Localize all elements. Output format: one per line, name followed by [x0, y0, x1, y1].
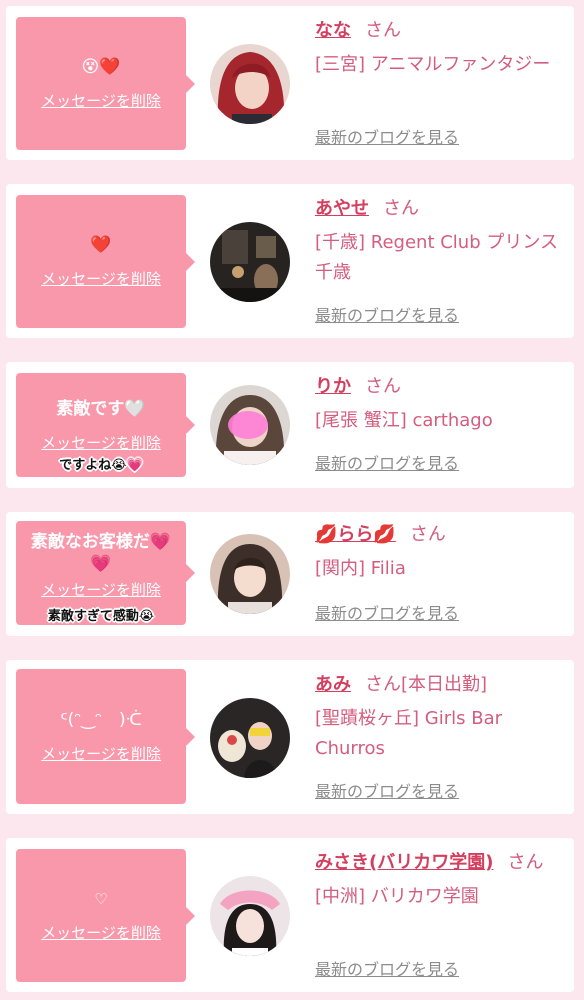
honorific: さん: [365, 376, 401, 397]
name-row: りか さん: [315, 374, 565, 400]
latest-blog-link[interactable]: 最新のブログを見る: [315, 450, 459, 474]
girl-name-link[interactable]: 💋らら💋: [315, 524, 396, 545]
girl-info: あみ さん[本日出勤] [聖蹟桜ヶ丘] Girls Bar Churros: [315, 672, 565, 764]
message-text: ♡: [94, 890, 108, 908]
girl-name-link[interactable]: みさき(バリカワ学園): [315, 852, 493, 873]
delete-message-link[interactable]: メッセージを削除: [41, 922, 161, 943]
girl-name-link[interactable]: りか: [315, 376, 351, 397]
girl-info: あやせ さん [千歳] Regent Club プリンス 千歳: [315, 196, 565, 288]
message-card: ❤️ メッセージを削除 あやせ さん [千歳] Regent Club プリンス …: [6, 184, 574, 338]
message-bubble: 素敵です🤍 メッセージを削除 ですよね😭💗: [16, 373, 195, 477]
message-text: ❤️: [90, 235, 112, 255]
girl-name-link[interactable]: なな: [315, 20, 351, 41]
delete-message-link[interactable]: メッセージを削除: [41, 579, 161, 600]
honorific: さん: [383, 198, 419, 219]
girl-avatar[interactable]: [210, 385, 290, 465]
message-text: ᑦ(ᵔ‿ᵔ )ᑣ: [60, 710, 142, 730]
message-text: 😵❤️: [81, 57, 121, 77]
girl-avatar[interactable]: [210, 876, 290, 956]
delete-message-link[interactable]: メッセージを削除: [41, 432, 161, 453]
shop-name: [尾張 蟹江] carthago: [315, 410, 493, 431]
girl-info: 💋らら💋 さん [関内] Filia: [315, 522, 565, 584]
message-card: 素敵です🤍 メッセージを削除 ですよね😭💗 りか さん [尾張 蟹江] carth…: [6, 362, 574, 488]
message-card: ♡ メッセージを削除 みさき(バリカワ学園) さん [中洲] バリカワ学園 最新の…: [6, 838, 574, 992]
message-bubble: ♡ メッセージを削除: [16, 849, 195, 982]
honorific: さん: [507, 852, 544, 873]
message-bubble: ᑦ(ᵔ‿ᵔ )ᑣ メッセージを削除: [16, 669, 195, 804]
shop-name: [中洲] バリカワ学園: [315, 886, 479, 907]
message-bubble: 😵❤️ メッセージを削除: [16, 17, 195, 150]
shop-name: [関内] Filia: [315, 558, 406, 579]
name-row: なな さん: [315, 18, 565, 44]
message-sticker: 素敵すぎて感動😭: [47, 609, 155, 624]
honorific: さん: [365, 20, 401, 41]
message-card: 😵❤️ メッセージを削除 なな さん [三宮] アニマルファンタジー 最新のブログ…: [6, 6, 574, 160]
message-card: ᑦ(ᵔ‿ᵔ )ᑣ メッセージを削除 あみ さん[本日出勤] [聖蹟桜ヶ丘] Gir…: [6, 660, 574, 814]
latest-blog-link[interactable]: 最新のブログを見る: [315, 124, 459, 148]
girl-name-link[interactable]: あやせ: [315, 198, 369, 219]
latest-blog-link[interactable]: 最新のブログを見る: [315, 302, 459, 326]
shop-name: [三宮] アニマルファンタジー: [315, 54, 551, 75]
girl-info: りか さん [尾張 蟹江] carthago: [315, 374, 565, 436]
latest-blog-link[interactable]: 最新のブログを見る: [315, 600, 459, 624]
name-row: あみ さん[本日出勤]: [315, 672, 565, 698]
honorific: さん[本日出勤]: [365, 674, 488, 695]
latest-blog-link[interactable]: 最新のブログを見る: [315, 778, 459, 802]
message-text: 素敵です🤍: [56, 398, 146, 419]
honorific: さん: [409, 524, 446, 545]
shop-name: [聖蹟桜ヶ丘] Girls Bar Churros: [315, 708, 502, 759]
name-row: あやせ さん: [315, 196, 565, 222]
girl-avatar[interactable]: [210, 698, 290, 778]
girl-info: なな さん [三宮] アニマルファンタジー: [315, 18, 565, 80]
message-card: 素敵なお客様だ💗💗 メッセージを削除 素敵すぎて感動😭 💋らら💋 さん [関内] …: [6, 512, 574, 636]
delete-message-link[interactable]: メッセージを削除: [41, 743, 161, 764]
delete-message-link[interactable]: メッセージを削除: [41, 268, 161, 289]
message-text: 素敵なお客様だ💗💗: [30, 532, 172, 574]
name-row: みさき(バリカワ学園) さん: [315, 850, 565, 876]
message-sticker: ですよね😭💗: [59, 458, 143, 473]
girl-name-link[interactable]: あみ: [315, 674, 351, 695]
girl-avatar[interactable]: [210, 222, 290, 302]
shop-name: [千歳] Regent Club プリンス 千歳: [315, 232, 558, 283]
girl-info: みさき(バリカワ学園) さん [中洲] バリカワ学園: [315, 850, 565, 912]
girl-avatar[interactable]: [210, 534, 290, 614]
message-bubble: 素敵なお客様だ💗💗 メッセージを削除 素敵すぎて感動😭: [16, 521, 195, 625]
latest-blog-link[interactable]: 最新のブログを見る: [315, 956, 459, 980]
delete-message-link[interactable]: メッセージを削除: [41, 90, 161, 111]
name-row: 💋らら💋 さん: [315, 522, 565, 548]
girl-avatar[interactable]: [210, 44, 290, 124]
message-bubble: ❤️ メッセージを削除: [16, 195, 195, 328]
